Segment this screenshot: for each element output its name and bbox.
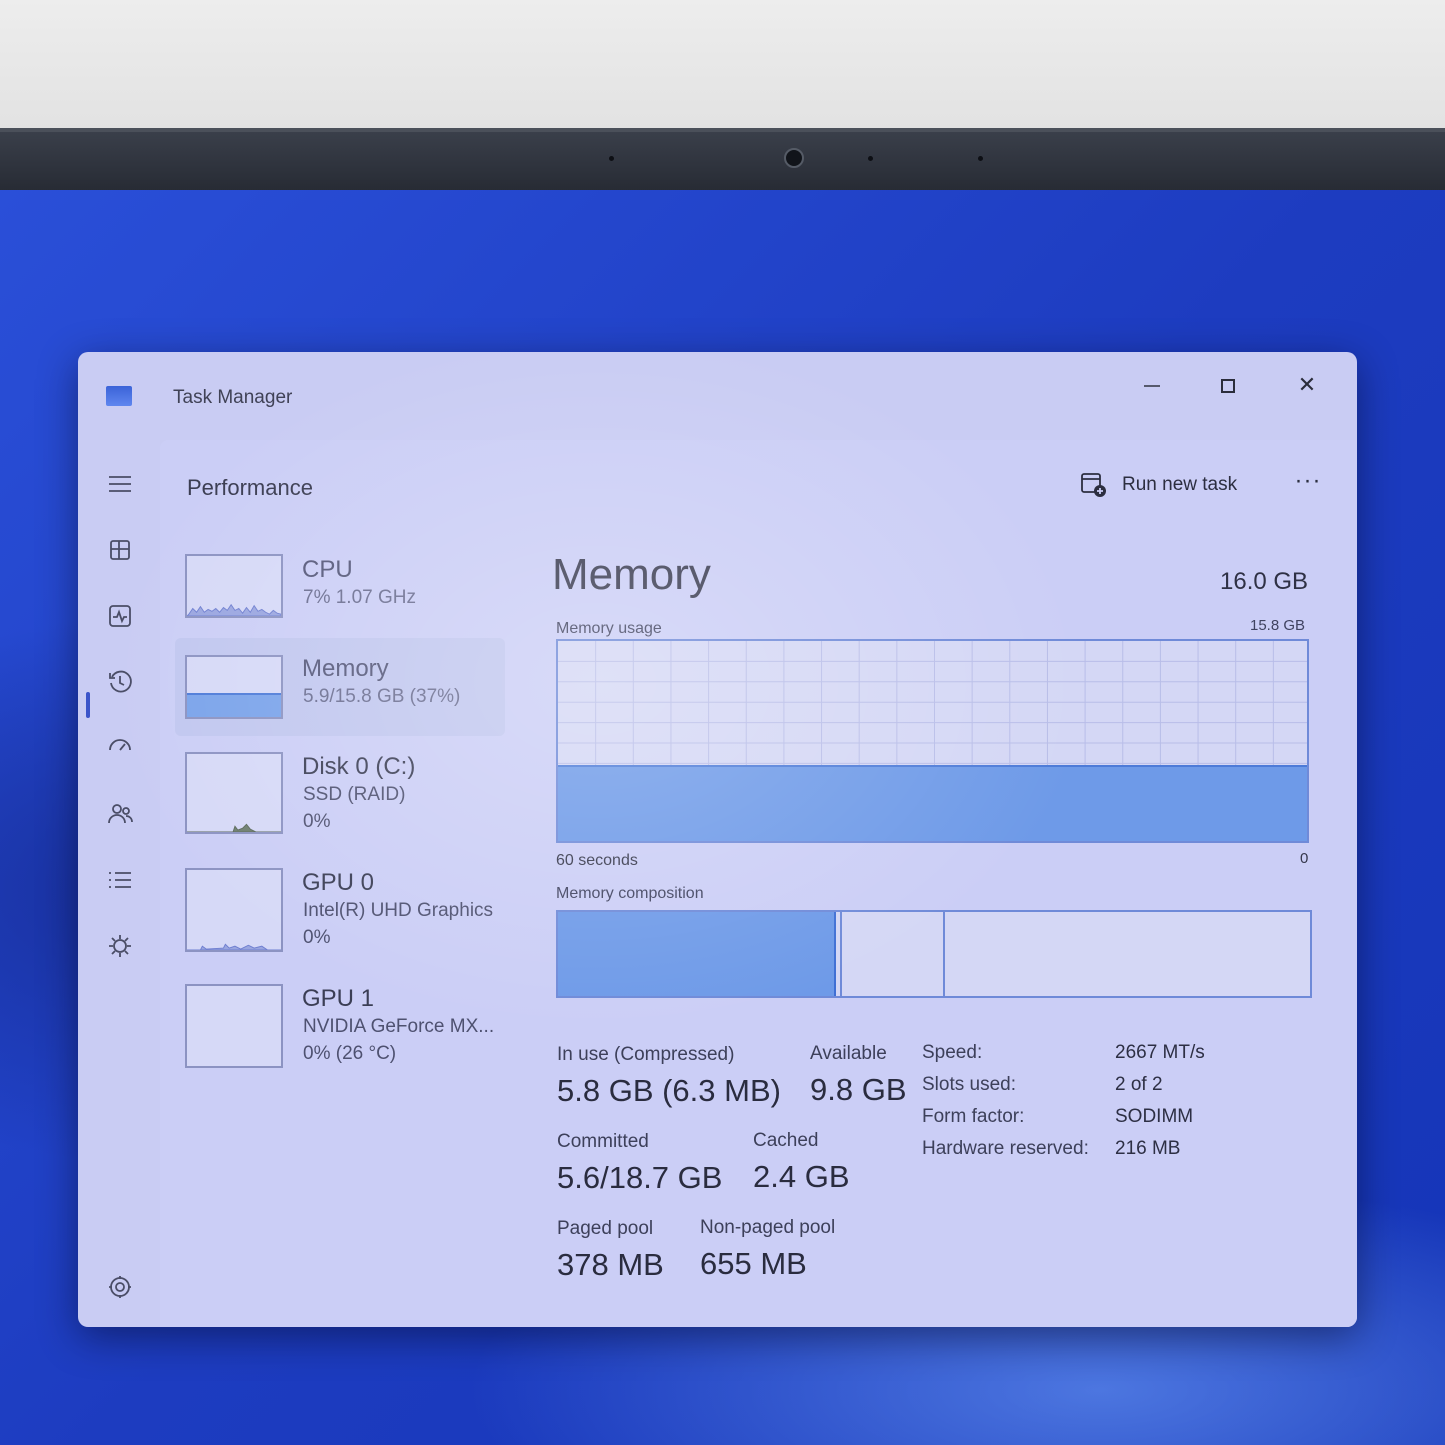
memory-usage-fill [558, 765, 1307, 841]
nav-settings[interactable] [103, 1270, 137, 1304]
disk-thumbnail-graph [185, 752, 283, 834]
perf-item-gpu0[interactable]: GPU 0 Intel(R) UHD Graphics 0% [175, 856, 505, 966]
memory-title: Memory [552, 550, 711, 599]
perf-item-sub: 0% (26 °C) [303, 1043, 397, 1064]
task-manager-window: Task Manager ✕ Performance Run new task … [78, 352, 1357, 1327]
cpu-thumbnail-graph [185, 554, 283, 618]
more-options-button[interactable]: ··· [1290, 466, 1326, 502]
nav-users[interactable] [103, 797, 137, 831]
in-use-value: 5.8 GB (6.3 MB) [557, 1073, 781, 1108]
page-title: Performance [187, 475, 313, 500]
committed-value: 5.6/18.7 GB [557, 1160, 723, 1195]
perf-item-name: Disk 0 (C:) [302, 753, 416, 780]
navigation-rail [78, 442, 160, 1327]
spec-value-slots: 2 of 2 [1115, 1074, 1163, 1095]
memory-usage-graph [556, 639, 1309, 843]
processes-icon [110, 540, 130, 560]
nav-selection-indicator [86, 692, 90, 718]
details-icon [109, 872, 131, 888]
gpu0-thumbnail-graph [185, 868, 283, 952]
spec-key-slots: Slots used: [922, 1074, 1016, 1095]
settings-icon [109, 1276, 131, 1298]
nav-app-history[interactable] [103, 665, 137, 699]
performance-icon [109, 605, 131, 627]
run-task-icon [1081, 473, 1106, 497]
nav-details[interactable] [103, 863, 137, 897]
in-use-label: In use (Compressed) [557, 1044, 735, 1065]
perf-item-gpu1[interactable]: GPU 1 NVIDIA GeForce MX... 0% (26 °C) [175, 972, 505, 1082]
spec-key-form-factor: Form factor: [922, 1106, 1025, 1127]
cached-label: Cached [753, 1130, 819, 1151]
spec-key-speed: Speed: [922, 1042, 983, 1063]
perf-item-sub: NVIDIA GeForce MX... [303, 1016, 495, 1037]
composition-standby-free [945, 912, 1310, 996]
committed-label: Committed [557, 1131, 649, 1152]
nav-performance[interactable] [103, 599, 137, 633]
users-icon [108, 804, 133, 824]
background-wall [0, 0, 1445, 132]
hamburger-button[interactable] [103, 467, 137, 501]
minimize-icon [1144, 385, 1160, 387]
perf-item-sub: 0% [303, 811, 331, 832]
startup-apps-icon [109, 739, 131, 751]
nav-services[interactable] [103, 929, 137, 963]
memory-composition-bar [556, 910, 1312, 998]
webcam [784, 148, 804, 168]
graph-x-left-label: 60 seconds [556, 852, 638, 869]
perf-item-sub: SSD (RAID) [303, 784, 406, 805]
cached-value: 2.4 GB [753, 1159, 850, 1194]
gpu1-thumbnail-graph [185, 984, 283, 1068]
close-icon: ✕ [1297, 372, 1317, 397]
perf-item-sub: 5.9/15.8 GB (37%) [303, 686, 461, 707]
bezel-sensor [978, 156, 983, 161]
perf-item-disk0[interactable]: Disk 0 (C:) SSD (RAID) 0% [175, 740, 505, 850]
performance-page: Performance Run new task ··· CPU 7% 1.07… [160, 440, 1357, 1327]
laptop-bezel [0, 128, 1445, 194]
title-bar[interactable]: Task Manager ✕ [78, 352, 1357, 442]
perf-item-name: GPU 1 [302, 985, 375, 1012]
hamburger-icon [109, 476, 131, 492]
composition-modified [840, 912, 945, 996]
nav-processes[interactable] [103, 533, 137, 567]
services-icon [109, 935, 131, 957]
maximize-icon [1221, 379, 1235, 394]
bezel-sensor [868, 156, 873, 161]
run-new-task-label: Run new task [1122, 474, 1238, 495]
memory-usage-label: Memory usage [556, 620, 662, 637]
non-paged-pool-value: 655 MB [700, 1246, 807, 1281]
task-manager-app-icon [106, 386, 132, 406]
graph-x-right-label: 0 [1300, 850, 1309, 867]
app-history-icon [109, 670, 132, 693]
memory-usage-max: 15.8 GB [1250, 617, 1306, 634]
perf-item-name: Memory [302, 655, 389, 682]
maximize-button[interactable] [1200, 362, 1256, 408]
close-button[interactable]: ✕ [1279, 362, 1335, 408]
paged-pool-label: Paged pool [557, 1218, 654, 1239]
spec-value-form-factor: SODIMM [1115, 1106, 1194, 1127]
bezel-sensor [609, 156, 614, 161]
memory-composition-label: Memory composition [556, 885, 704, 902]
perf-item-sub: 0% [303, 927, 331, 948]
perf-item-memory[interactable]: Memory 5.9/15.8 GB (37%) [175, 638, 505, 736]
composition-in-use [558, 912, 836, 996]
non-paged-pool-label: Non-paged pool [700, 1217, 836, 1238]
memory-thumbnail-graph [185, 655, 283, 719]
window-title: Task Manager [173, 387, 293, 408]
perf-item-name: GPU 0 [302, 869, 375, 896]
memory-total: 16.0 GB [1220, 568, 1309, 595]
perf-item-name: CPU [302, 556, 353, 583]
spec-key-hardware-reserved: Hardware reserved: [922, 1138, 1089, 1159]
perf-item-sub: 7% 1.07 GHz [303, 587, 416, 608]
available-label: Available [810, 1043, 887, 1064]
perf-item-cpu[interactable]: CPU 7% 1.07 GHz [175, 540, 505, 630]
available-value: 9.8 GB [810, 1072, 907, 1107]
run-new-task-button[interactable]: Run new task [1080, 464, 1237, 506]
spec-value-speed: 2667 MT/s [1115, 1042, 1205, 1063]
paged-pool-value: 378 MB [557, 1247, 664, 1282]
perf-item-sub: Intel(R) UHD Graphics [303, 900, 494, 921]
minimize-button[interactable] [1124, 362, 1180, 408]
nav-startup-apps[interactable] [103, 731, 137, 765]
spec-value-hardware-reserved: 216 MB [1115, 1138, 1181, 1159]
